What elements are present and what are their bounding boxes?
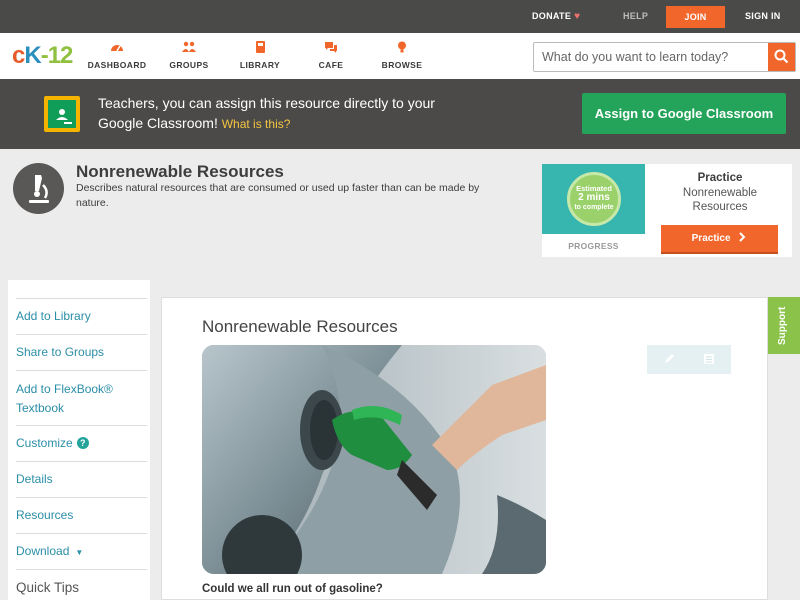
nav-dashboard-label: DASHBOARD (87, 60, 147, 70)
browse-icon (398, 41, 406, 53)
pencil-icon[interactable] (662, 352, 676, 366)
support-tab[interactable]: Support (768, 297, 800, 354)
sidebar: Add to Library Share to Groups Add to Fl… (8, 280, 150, 600)
classroom-banner: Teachers, you can assign this resource d… (0, 79, 800, 149)
customize-label: Customize (16, 436, 73, 450)
top-utility-bar: DONATE ♥ HELP JOIN SIGN IN (0, 0, 800, 33)
sidebar-item-details[interactable]: Details (16, 462, 147, 498)
search-input[interactable] (534, 43, 769, 71)
heart-icon: ♥ (574, 11, 581, 22)
sidebar-item-resources[interactable]: Resources (16, 498, 147, 534)
practice-subtitle: Nonrenewable Resources (682, 187, 758, 213)
practice-thumbnail: Estimated 2 mins to complete (542, 164, 645, 234)
page-title: Nonrenewable Resources (76, 162, 284, 181)
help-link[interactable]: HELP (623, 0, 648, 33)
content-title: Nonrenewable Resources (202, 317, 398, 336)
estimate-line2: 2 mins (578, 192, 610, 203)
nav-browse[interactable]: BROWSE (367, 41, 437, 70)
search-box (533, 42, 796, 72)
nav-cafe[interactable]: CAFE (296, 41, 366, 70)
classroom-message: Teachers, you can assign this resource d… (98, 93, 458, 134)
nav-library[interactable]: LIBRARY (225, 41, 295, 70)
nav-dashboard[interactable]: DASHBOARD (82, 41, 152, 70)
practice-card: Estimated 2 mins to complete PROGRESS Pr… (542, 164, 792, 257)
sidebar-item-customize[interactable]: Customize? (16, 426, 147, 462)
content-tools (647, 345, 731, 374)
donate-link[interactable]: DONATE ♥ (532, 0, 580, 33)
chevron-right-icon (739, 232, 746, 242)
main-nav: cK-12 DASHBOARD GROUPS LIBRARY CAFE BROW… (0, 33, 800, 79)
assign-to-classroom-button[interactable]: Assign to Google Classroom (582, 93, 786, 134)
nav-groups[interactable]: GROUPS (154, 41, 224, 70)
notes-icon[interactable] (702, 352, 716, 366)
practice-button-label: Practice (691, 233, 731, 244)
logo-n: -12 (40, 42, 74, 69)
groups-icon (182, 41, 196, 52)
join-button[interactable]: JOIN (666, 6, 725, 28)
gas-pump-image (202, 345, 546, 574)
library-icon (256, 41, 265, 53)
sidebar-item-add-to-flexbook[interactable]: Add to FlexBook® Textbook (16, 371, 147, 426)
resource-header: Nonrenewable Resources Describes natural… (0, 149, 800, 280)
dashboard-icon (111, 45, 123, 52)
practice-title: Practice (697, 172, 743, 184)
sidebar-item-add-to-library[interactable]: Add to Library (16, 299, 147, 335)
search-icon (774, 49, 789, 64)
page-description: Describes natural resources that are con… (76, 182, 480, 209)
help-icon[interactable]: ? (76, 437, 89, 449)
quick-tips-heading: Quick Tips (16, 580, 80, 595)
nav-cafe-label: CAFE (318, 60, 344, 70)
logo-c: c (12, 42, 25, 69)
nav-browse-label: BROWSE (381, 60, 423, 70)
estimate-line3: to complete (574, 204, 614, 211)
what-is-this-link[interactable]: What is this? (222, 117, 291, 131)
search-button[interactable] (768, 43, 795, 71)
content-panel: Nonrenewable Resources Could we all run … (161, 297, 768, 600)
nav-groups-label: GROUPS (169, 60, 209, 70)
microscope-icon (13, 163, 64, 214)
support-label: Support (777, 306, 788, 345)
practice-button[interactable]: Practice (661, 225, 778, 254)
google-classroom-icon (44, 96, 80, 132)
download-label: Download (16, 544, 70, 558)
ck12-logo[interactable]: cK-12 (12, 42, 74, 70)
caret-down-icon: ▼ (75, 548, 84, 557)
progress-label: PROGRESS (568, 241, 619, 251)
sidebar-item-share-to-groups[interactable]: Share to Groups (16, 335, 147, 371)
signin-link[interactable]: SIGN IN (745, 0, 781, 33)
cafe-icon (325, 42, 337, 53)
estimate-badge: Estimated 2 mins to complete (567, 172, 621, 226)
logo-k: K (24, 42, 41, 69)
donate-label: DONATE (532, 11, 572, 21)
lead-question: Could we all run out of gasoline? (202, 583, 383, 595)
sidebar-item-download[interactable]: Download ▼ (16, 534, 147, 570)
nav-library-label: LIBRARY (239, 60, 281, 70)
